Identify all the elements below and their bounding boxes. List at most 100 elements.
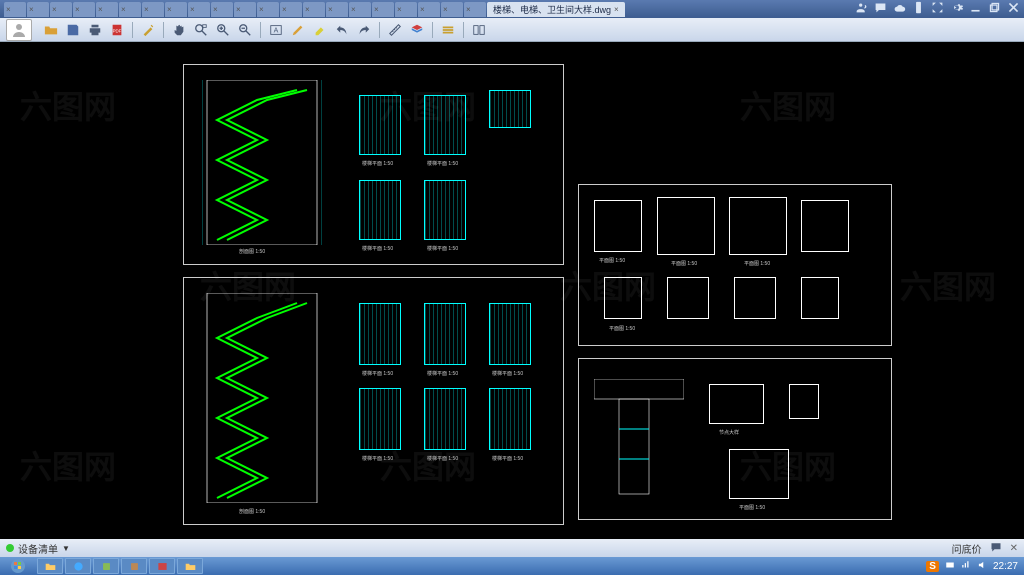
zoom-out-button[interactable] — [236, 21, 254, 39]
file-tab[interactable]: × — [119, 2, 141, 17]
file-tab[interactable]: × — [165, 2, 187, 17]
compare-button[interactable] — [470, 21, 488, 39]
stair-plan-detail — [424, 180, 466, 240]
drawing-caption: 剖面图 1:50 — [239, 248, 265, 255]
tab-close-icon[interactable]: × — [614, 5, 619, 14]
taskbar-item[interactable] — [37, 558, 63, 574]
drawing-canvas[interactable]: 六图网 六图网 六图网 六图网 六图网 六图网 六图网 六图网 六图网 剖面图 … — [0, 42, 1024, 539]
stair-plan-detail — [424, 95, 466, 155]
start-button[interactable] — [0, 557, 36, 575]
file-tab[interactable]: × — [142, 2, 164, 17]
file-tab[interactable]: × — [464, 2, 486, 17]
taskbar-item[interactable] — [121, 558, 147, 574]
system-tray: S 22:27 — [920, 560, 1024, 573]
tray-icon[interactable] — [945, 560, 955, 573]
windows-taskbar: S 22:27 — [0, 557, 1024, 575]
gear-icon[interactable] — [950, 1, 963, 17]
status-bar: 设备清单 ▼ 问底价 ✕ — [0, 539, 1024, 557]
expand-icon[interactable] — [931, 1, 944, 17]
zoom-in-button[interactable] — [214, 21, 232, 39]
file-tab[interactable]: × — [188, 2, 210, 17]
drawing-sheet: 平面图 1:50 平面图 1:50 平面图 1:50 平面图 1:50 — [578, 184, 892, 346]
main-toolbar: PDF A — [0, 18, 1024, 42]
drawing-sheet: 剖面图 1:50 楼梯平面 1:50 楼梯平面 1:50 楼梯平面 1:50 楼… — [183, 277, 564, 525]
file-tab[interactable]: × — [395, 2, 417, 17]
dropdown-icon[interactable]: ▼ — [62, 544, 70, 553]
clock[interactable]: 22:27 — [993, 561, 1018, 572]
taskbar-item[interactable] — [93, 558, 119, 574]
file-tab[interactable]: × — [441, 2, 463, 17]
stair-plan-detail — [359, 95, 401, 155]
cloud-icon[interactable] — [893, 1, 906, 17]
file-tab-active[interactable]: 楼梯、电梯、卫生间大样.dwg × — [487, 2, 625, 17]
svg-text:A: A — [274, 27, 279, 34]
drawing-sheet: 剖面图 1:50 楼梯平面 1:50 楼梯平面 1:50 楼梯平面 1:50 楼… — [183, 64, 564, 265]
pdf-button[interactable]: PDF — [108, 21, 126, 39]
separator — [163, 22, 164, 38]
stair-plan-detail — [359, 180, 401, 240]
file-tab[interactable]: × — [27, 2, 49, 17]
close-icon[interactable] — [1007, 1, 1020, 17]
message-icon[interactable] — [874, 1, 887, 17]
file-tab[interactable]: × — [211, 2, 233, 17]
highlight-button[interactable] — [311, 21, 329, 39]
measure-button[interactable] — [386, 21, 404, 39]
undo-button[interactable] — [333, 21, 351, 39]
separator — [260, 22, 261, 38]
people-icon[interactable] — [855, 1, 868, 17]
file-tab[interactable]: × — [303, 2, 325, 17]
chat-icon[interactable] — [990, 541, 1002, 556]
pencil-button[interactable] — [289, 21, 307, 39]
text-button[interactable]: A — [267, 21, 285, 39]
redo-button[interactable] — [355, 21, 373, 39]
taskbar-item[interactable] — [149, 558, 175, 574]
separator — [463, 22, 464, 38]
tab-close-icon[interactable]: × — [6, 5, 11, 14]
volume-icon[interactable] — [977, 560, 987, 573]
phone-icon[interactable] — [912, 1, 925, 17]
file-tab[interactable]: × — [326, 2, 348, 17]
titlebar-controls — [855, 1, 1020, 17]
file-tab[interactable]: × — [96, 2, 118, 17]
magic-button[interactable] — [139, 21, 157, 39]
pan-button[interactable] — [170, 21, 188, 39]
user-avatar[interactable] — [6, 19, 32, 41]
file-tab[interactable]: × — [257, 2, 279, 17]
drawing-sheet: 节点大样 平面图 1:50 — [578, 358, 892, 520]
taskbar-item[interactable] — [65, 558, 91, 574]
close-panel-icon[interactable]: ✕ — [1010, 543, 1018, 554]
separator — [432, 22, 433, 38]
separator — [132, 22, 133, 38]
stair-section-icon — [202, 293, 322, 503]
svg-text:PDF: PDF — [113, 28, 122, 33]
minimize-icon[interactable] — [969, 1, 982, 17]
file-tab[interactable]: × — [73, 2, 95, 17]
file-tab[interactable]: × — [372, 2, 394, 17]
separator — [379, 22, 380, 38]
elevator-section-icon — [594, 379, 684, 499]
print-button[interactable] — [86, 21, 104, 39]
file-tab[interactable]: × — [234, 2, 256, 17]
layers-button[interactable] — [408, 21, 426, 39]
network-icon[interactable] — [961, 560, 971, 573]
file-tab[interactable]: × — [418, 2, 440, 17]
stair-section-icon — [202, 80, 322, 245]
title-bar: × × × × × × × × × × × × × × × × × × × × … — [0, 0, 1024, 18]
taskbar-item[interactable] — [177, 558, 203, 574]
ime-indicator[interactable]: S — [926, 561, 939, 572]
status-left-label[interactable]: 设备清单 — [18, 541, 58, 556]
open-button[interactable] — [42, 21, 60, 39]
tab-label: 楼梯、电梯、卫生间大样.dwg — [493, 3, 611, 16]
status-right-label[interactable]: 问底价 — [952, 541, 982, 556]
file-tab[interactable]: × — [4, 2, 26, 17]
file-tab[interactable]: × — [349, 2, 371, 17]
file-tab[interactable]: × — [280, 2, 302, 17]
restore-icon[interactable] — [988, 1, 1001, 17]
file-tab[interactable]: × — [50, 2, 72, 17]
stack-button[interactable] — [439, 21, 457, 39]
stair-plan-detail — [489, 90, 531, 128]
file-tab-strip: × × × × × × × × × × × × × × × × × × × × … — [4, 2, 855, 17]
save-button[interactable] — [64, 21, 82, 39]
zoom-window-button[interactable] — [192, 21, 210, 39]
status-dot-icon — [6, 544, 14, 552]
